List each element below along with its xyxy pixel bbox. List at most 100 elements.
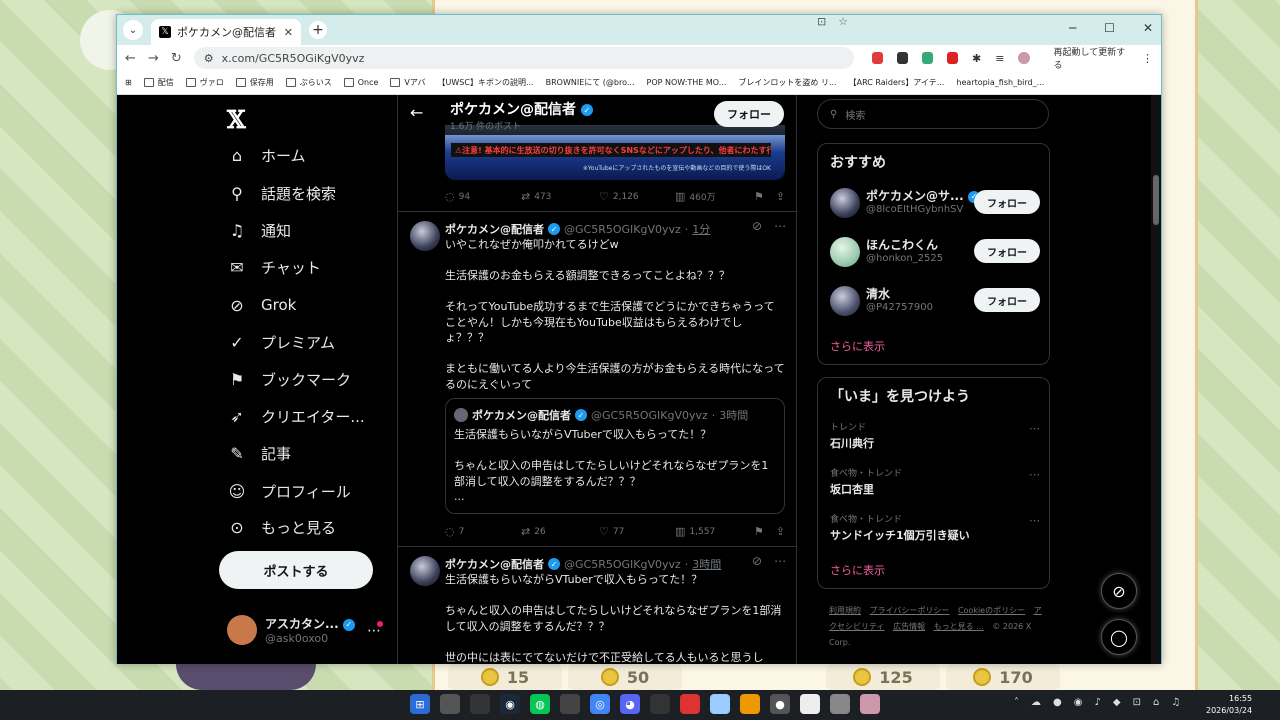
chat-fab-icon[interactable]: ◯: [1101, 619, 1137, 655]
nav-chat[interactable]: ✉ チャット: [227, 257, 321, 278]
start-icon[interactable]: ⊞: [410, 694, 430, 714]
nav-home[interactable]: ⌂ ホーム: [227, 145, 306, 166]
follow-button[interactable]: フォロー: [974, 190, 1040, 214]
trend-item[interactable]: 食べ物・トレンド 坂口杏里 ⋯: [830, 466, 1040, 497]
more-dots-icon[interactable]: ⋯: [1029, 422, 1040, 435]
back-arrow-icon[interactable]: ←: [410, 103, 423, 122]
mic-icon[interactable]: ♪: [1094, 697, 1100, 708]
address-bar[interactable]: ⚙ x.com/GC5R5OGiKgV0yvz ⊡ ☆: [193, 15, 854, 69]
more-dots-icon[interactable]: ⋯: [774, 554, 786, 568]
app-icon[interactable]: [560, 694, 580, 714]
nav-premium[interactable]: ✓ プレミアム: [227, 332, 335, 353]
like-button[interactable]: ♡ 2,126: [599, 190, 675, 203]
bookmark-icon[interactable]: ⚑: [754, 525, 764, 538]
nav-bookmarks[interactable]: ⚑ ブックマーク: [227, 369, 351, 390]
bookmark-icon[interactable]: ⚑: [754, 190, 764, 203]
bookmark-item[interactable]: 配信: [143, 77, 174, 88]
views-button[interactable]: ▥ 1,557: [675, 525, 715, 538]
nav-notifications[interactable]: ♫ 通知: [227, 220, 291, 241]
steam-tray-icon[interactable]: ◉: [1074, 697, 1083, 708]
share-icon[interactable]: ⇪: [776, 190, 785, 203]
site-info-icon[interactable]: ⚙: [204, 52, 214, 65]
tray-icon[interactable]: ●: [1053, 697, 1062, 708]
app-icon[interactable]: [470, 694, 490, 714]
back-icon[interactable]: ←: [125, 51, 136, 66]
bookmark-item[interactable]: ぷらいス: [285, 77, 332, 88]
forward-icon[interactable]: →: [148, 51, 159, 66]
more-dots-icon[interactable]: ⋯: [774, 219, 786, 233]
avatar[interactable]: [410, 556, 440, 586]
clock[interactable]: 16:55 2026/03/24: [1206, 693, 1252, 717]
app-icon[interactable]: [710, 694, 730, 714]
new-tab-button[interactable]: +: [309, 21, 327, 39]
network-icon[interactable]: ⌂: [1153, 697, 1159, 708]
bookmark-item[interactable]: 保存用: [235, 77, 274, 88]
suggestion-item[interactable]: 清水 @P42757900 フォロー: [830, 284, 1040, 318]
app-icon[interactable]: [680, 694, 700, 714]
quoted-tweet[interactable]: ポケカメン@配信者 ✓ @GC5R5OGIKgV0yvz · 3時間 生活保護も…: [445, 398, 785, 514]
line-icon[interactable]: ◍: [530, 694, 550, 714]
app-icon[interactable]: [650, 694, 670, 714]
follow-button[interactable]: フォロー: [974, 239, 1040, 263]
views-button[interactable]: ▥ 460万: [675, 190, 716, 203]
repost-button[interactable]: ⇄ 26: [521, 525, 599, 538]
app-icon[interactable]: [740, 694, 760, 714]
suggestion-item[interactable]: ほんこわくん @honkon_2525 フォロー: [830, 235, 1040, 269]
bookmark-item[interactable]: BROWNIEにて (@bro...: [546, 77, 635, 88]
nav-grok[interactable]: ⊘ Grok: [227, 295, 296, 315]
nav-profile[interactable]: ☺ プロフィール: [227, 481, 351, 502]
bookmark-item[interactable]: Once: [343, 78, 378, 87]
show-more-link[interactable]: さらに表示: [830, 338, 885, 354]
app-icon[interactable]: [800, 694, 820, 714]
discord-icon[interactable]: ◕: [620, 694, 640, 714]
browser-tab[interactable]: 𝕏 ポケカメン@配信者（@GC5R5OGi ✕: [151, 19, 301, 45]
nav-explore[interactable]: ⚲ 話題を検索: [227, 183, 336, 204]
show-more-link[interactable]: さらに表示: [830, 562, 885, 578]
bookmark-item[interactable]: Vアバ: [390, 77, 426, 88]
grok-icon[interactable]: ⊘: [752, 554, 762, 568]
chrome-icon[interactable]: ◎: [590, 694, 610, 714]
bookmark-item[interactable]: ヴァロ: [185, 77, 224, 88]
app-icon[interactable]: [830, 694, 850, 714]
post-button[interactable]: ポストする: [219, 551, 373, 589]
tray-icon[interactable]: ◆: [1113, 697, 1121, 708]
app-icon[interactable]: [440, 694, 460, 714]
nav-articles[interactable]: ✎ 記事: [227, 443, 291, 464]
avatar[interactable]: [410, 221, 440, 251]
close-tab-icon[interactable]: ✕: [284, 26, 293, 39]
bookmark-item[interactable]: POP NOW:THE MO...: [647, 78, 727, 87]
reply-button[interactable]: ◌ 94: [445, 190, 521, 203]
search-input[interactable]: ⚲ 検索: [817, 99, 1049, 129]
follow-button[interactable]: フォロー: [714, 101, 784, 127]
apps-icon[interactable]: ⊞: [125, 78, 132, 87]
trend-item[interactable]: 食べ物・トレンド サンドイッチ1個万引き疑い ⋯: [830, 512, 1040, 543]
grok-icon[interactable]: ⊘: [752, 219, 762, 233]
bookmark-item[interactable]: 【UWSC】キボンの説明...: [438, 77, 534, 88]
suggestion-item[interactable]: ポケカメン@サ... ✓ @8lcoEItHGybnhSV フォロー: [830, 186, 1040, 220]
close-window-button[interactable]: ✕: [1143, 21, 1153, 35]
tab-search-button[interactable]: ⌄: [123, 20, 143, 40]
tray-icon[interactable]: ☁: [1031, 697, 1041, 708]
nav-creator[interactable]: ➶ クリエイター...: [227, 406, 364, 427]
scroll-thumb[interactable]: [1153, 175, 1159, 225]
maximize-button[interactable]: ☐: [1104, 21, 1115, 35]
app-icon[interactable]: [860, 694, 880, 714]
volume-icon[interactable]: ♫: [1171, 697, 1180, 708]
chevron-up-icon[interactable]: ˄: [1014, 697, 1019, 708]
repost-button[interactable]: ⇄ 473: [521, 190, 599, 203]
nav-more[interactable]: ⊙ もっと見る: [227, 517, 336, 538]
more-dots-icon[interactable]: ⋯: [1029, 514, 1040, 527]
share-icon[interactable]: ⇪: [776, 525, 785, 538]
reload-icon[interactable]: ↻: [171, 51, 182, 66]
scrollbar[interactable]: [1151, 95, 1161, 664]
follow-button[interactable]: フォロー: [974, 288, 1040, 312]
obs-icon[interactable]: ●: [770, 694, 790, 714]
menu-icon[interactable]: ⋮: [1142, 52, 1153, 65]
grok-fab-icon[interactable]: ⊘: [1101, 573, 1137, 609]
trend-item[interactable]: トレンド 石川典行 ⋯: [830, 420, 1040, 451]
steam-icon[interactable]: ◉: [500, 694, 520, 714]
account-switcher[interactable]: アスカタン... ✓ @ask0oxo0 ⋯: [227, 615, 383, 645]
more-dots-icon[interactable]: ⋯: [1029, 468, 1040, 481]
x-logo-icon[interactable]: 𝕏: [227, 105, 246, 134]
like-button[interactable]: ♡ 77: [599, 525, 675, 538]
